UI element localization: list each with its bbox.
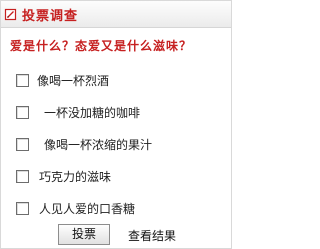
- option-checkbox[interactable]: [16, 73, 29, 87]
- option-label: 像喝一杯浓缩的果汁: [44, 137, 153, 152]
- edit-form-icon: [4, 8, 17, 21]
- option-checkbox[interactable]: [16, 137, 29, 151]
- poll-option[interactable]: 巧克力的滋味: [16, 167, 111, 185]
- poll-option[interactable]: 一杯没加糖的咖啡: [16, 103, 140, 121]
- poll-title: 投票调查: [22, 8, 79, 24]
- view-results-link[interactable]: 查看结果: [128, 227, 176, 244]
- poll-widget: 投票调查 爱是什么？态爱又是什么滋味？ 像喝一杯烈酒 一杯没加糖的咖啡 像喝一杯…: [0, 0, 232, 249]
- poll-option[interactable]: 像喝一杯烈酒: [16, 71, 109, 89]
- option-label: 人见人爱的口香糖: [39, 201, 136, 216]
- poll-option[interactable]: 人见人爱的口香糖: [16, 199, 135, 217]
- option-checkbox[interactable]: [16, 105, 29, 119]
- option-label: 一杯没加糖的咖啡: [44, 105, 141, 120]
- option-checkbox[interactable]: [16, 169, 29, 183]
- poll-option[interactable]: 像喝一杯浓缩的果汁: [16, 135, 152, 153]
- poll-header: 投票调查: [1, 1, 231, 28]
- option-label: 巧克力的滋味: [39, 169, 112, 184]
- option-checkbox[interactable]: [16, 201, 29, 215]
- option-label: 像喝一杯烈酒: [37, 73, 110, 88]
- vote-button[interactable]: 投票: [58, 224, 110, 245]
- poll-question: 爱是什么？态爱又是什么滋味？: [10, 39, 193, 53]
